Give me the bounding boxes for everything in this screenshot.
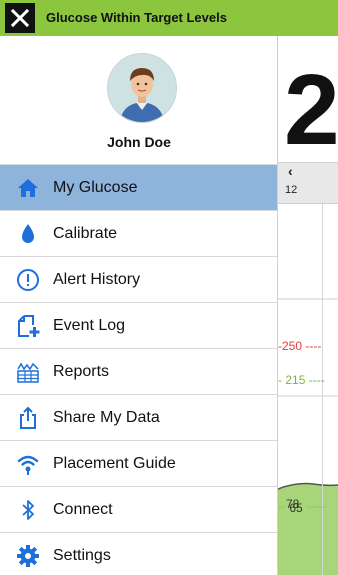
close-icon[interactable] <box>11 9 29 27</box>
menu-item-label: Event Log <box>53 316 126 334</box>
menu-item-calibrate[interactable]: Calibrate <box>0 210 277 256</box>
menu-item-label: Share My Data <box>53 408 160 426</box>
share-icon <box>20 406 36 429</box>
menu-item-label: Calibrate <box>53 224 118 242</box>
drop-icon <box>22 224 34 243</box>
home-icon <box>18 179 38 197</box>
time-axis-label: 12 <box>285 184 298 196</box>
high-alert-line: -250 ---- <box>278 339 322 353</box>
reports-icon <box>17 362 39 383</box>
menu-item-placement-guide[interactable]: Placement Guide <box>0 440 277 486</box>
low-value-b: 65 <box>289 501 303 515</box>
glucose-trend-chart <box>278 298 338 575</box>
status-banner[interactable]: Glucose Within Target Levels <box>0 0 338 36</box>
target-value: 215 <box>285 373 306 387</box>
banner-title: Glucose Within Target Levels <box>46 10 227 25</box>
avatar[interactable] <box>107 53 177 123</box>
chevron-left-icon[interactable]: ‹ <box>288 163 293 179</box>
bluetooth-icon <box>22 500 34 520</box>
user-name: John Doe <box>107 134 171 150</box>
menu-item-alert-history[interactable]: Alert History <box>0 256 277 302</box>
menu-item-label: My Glucose <box>53 178 138 196</box>
menu-item-label: Reports <box>53 362 110 380</box>
low-line: -- 78 65 ----- <box>278 497 327 515</box>
chart-gridline <box>322 202 323 575</box>
user-avatar-icon <box>108 54 176 122</box>
menu-item-my-glucose[interactable]: My Glucose <box>0 164 277 210</box>
screen: 2 ‹ 12 -250 ---- - 215 ---- -- 78 65 ---… <box>0 0 338 575</box>
event-log-icon <box>18 315 40 337</box>
current-glucose-value: 2 <box>284 54 338 166</box>
navigation-drawer: John Doe My Glucose Calibrate Alert Hist… <box>0 36 278 575</box>
high-alert-value: 250 <box>282 339 303 353</box>
menu-item-settings[interactable]: Settings <box>0 532 277 575</box>
menu-item-connect[interactable]: Connect <box>0 486 277 532</box>
menu-item-label: Placement Guide <box>53 454 176 472</box>
close-button[interactable] <box>5 3 35 33</box>
menu-item-share-my-data[interactable]: Share My Data <box>0 394 277 440</box>
menu-item-event-log[interactable]: Event Log <box>0 302 277 348</box>
gear-icon <box>17 545 39 567</box>
placement-guide-icon <box>17 455 39 475</box>
menu-item-label: Connect <box>53 500 113 518</box>
menu-item-reports[interactable]: Reports <box>0 348 277 394</box>
target-line: - 215 ---- <box>278 373 325 387</box>
menu-item-label: Alert History <box>53 270 141 288</box>
alert-icon <box>17 269 39 291</box>
menu-item-label: Settings <box>53 546 111 564</box>
time-navigation-strip[interactable] <box>278 162 338 204</box>
drawer-menu: My Glucose Calibrate Alert History Event… <box>0 164 277 575</box>
